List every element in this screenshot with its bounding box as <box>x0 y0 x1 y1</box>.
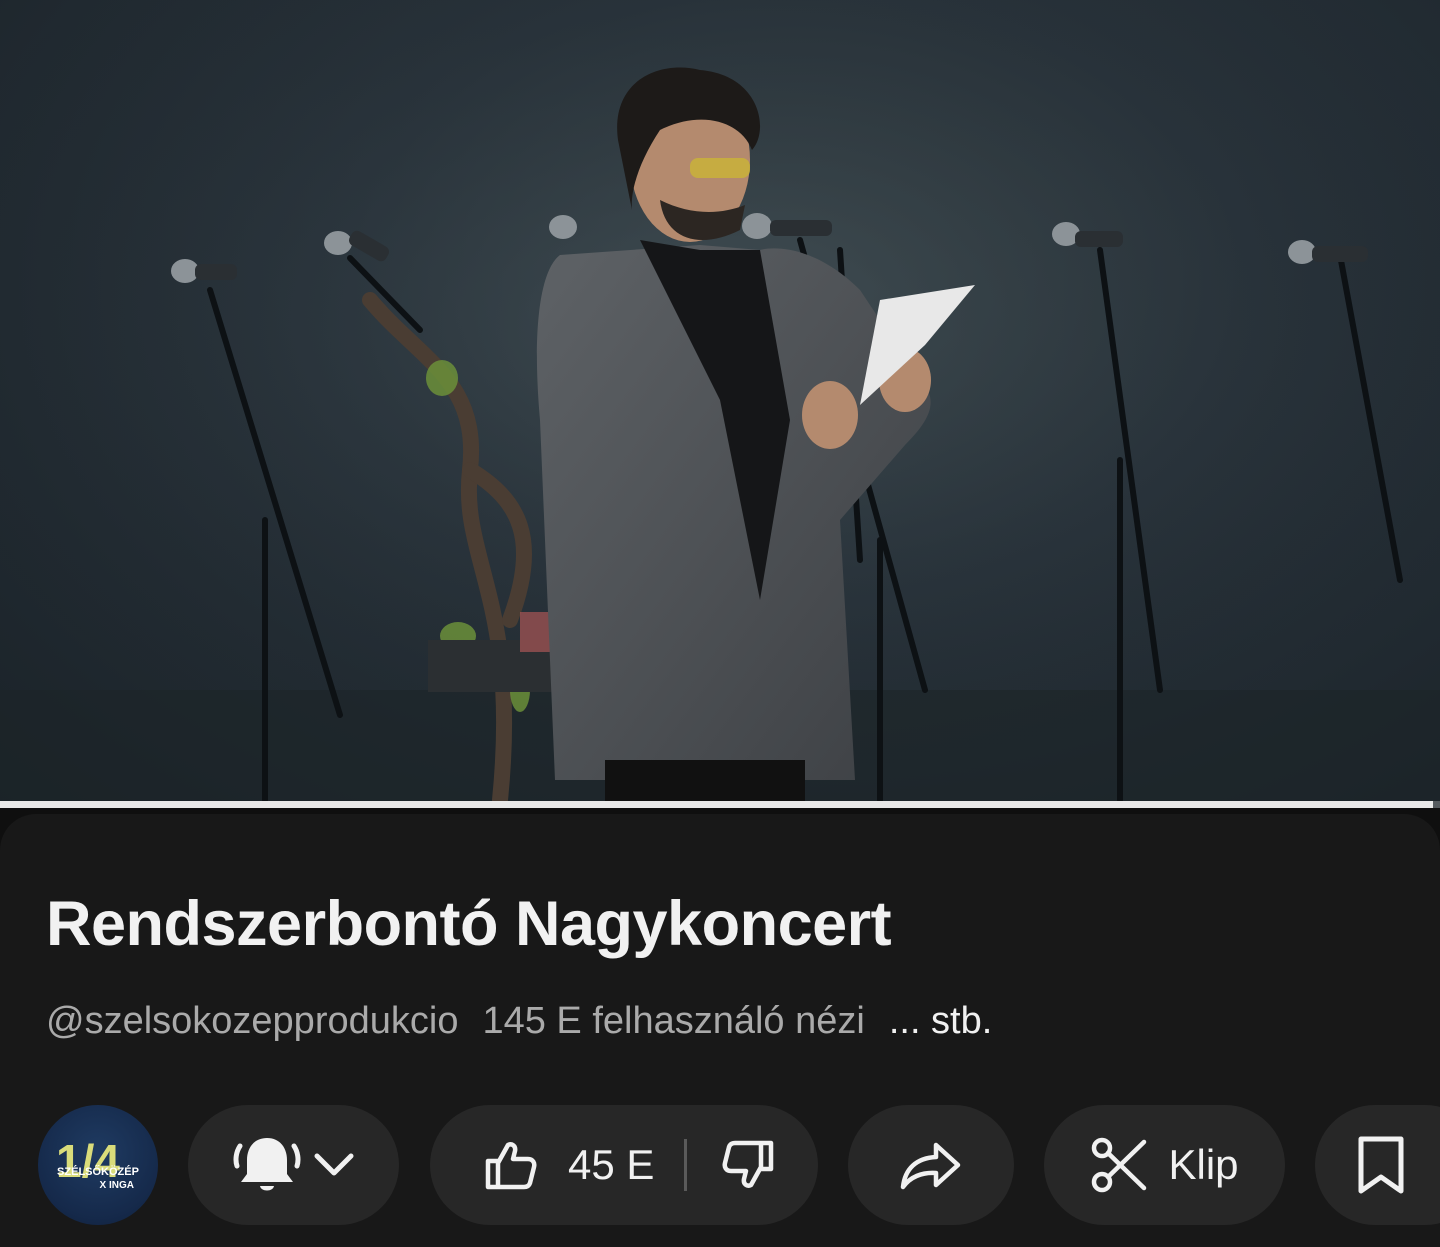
video-info-panel: Rendszerbontó Nagykoncert @szelsokozeppr… <box>0 808 1440 1247</box>
info-sheet: Rendszerbontó Nagykoncert @szelsokozeppr… <box>0 814 1440 1247</box>
video-progress-bar[interactable] <box>0 801 1440 808</box>
clip-button[interactable]: Klip <box>1044 1105 1285 1225</box>
bell-icon <box>232 1132 302 1198</box>
video-frame <box>0 0 1440 808</box>
dislike-button[interactable] <box>687 1105 777 1225</box>
channel-logo-caption-1: SZÉLSŐKÖZÉP <box>57 1165 139 1178</box>
notifications-button[interactable] <box>188 1105 399 1225</box>
more-link[interactable]: ... stb. <box>889 1000 992 1043</box>
like-count: 45 E <box>568 1141 655 1188</box>
channel-handle[interactable]: @szelsokozepprodukcio <box>46 1000 458 1043</box>
like-dislike-group: 45 E <box>430 1105 818 1225</box>
like-button[interactable]: 45 E <box>430 1105 654 1225</box>
scissors-icon <box>1090 1136 1148 1194</box>
video-player[interactable] <box>0 0 1440 808</box>
channel-avatar[interactable]: 1/4 SZÉLSŐKÖZÉP X INGA <box>38 1105 158 1225</box>
view-count: 145 E felhasználó nézi <box>482 1000 865 1042</box>
video-progress-fill <box>0 801 1433 808</box>
save-button[interactable] <box>1315 1105 1440 1225</box>
share-button[interactable] <box>848 1105 1014 1225</box>
bookmark-icon <box>1355 1135 1407 1195</box>
chevron-down-icon <box>312 1150 356 1180</box>
channel-logo: 1/4 SZÉLSŐKÖZÉP X INGA <box>56 1135 139 1191</box>
share-arrow-icon <box>898 1139 964 1191</box>
video-meta-row[interactable]: @szelsokozepprodukcio 145 E felhasználó … <box>46 1000 992 1043</box>
video-title[interactable]: Rendszerbontó Nagykoncert <box>46 888 892 960</box>
thumbs-down-icon <box>721 1137 777 1193</box>
channel-logo-caption-2: X INGA <box>100 1180 134 1191</box>
thumbs-up-icon <box>482 1137 538 1193</box>
action-bar: 1/4 SZÉLSŐKÖZÉP X INGA 45 E Klip <box>0 1103 1440 1225</box>
clip-label: Klip <box>1168 1141 1239 1188</box>
